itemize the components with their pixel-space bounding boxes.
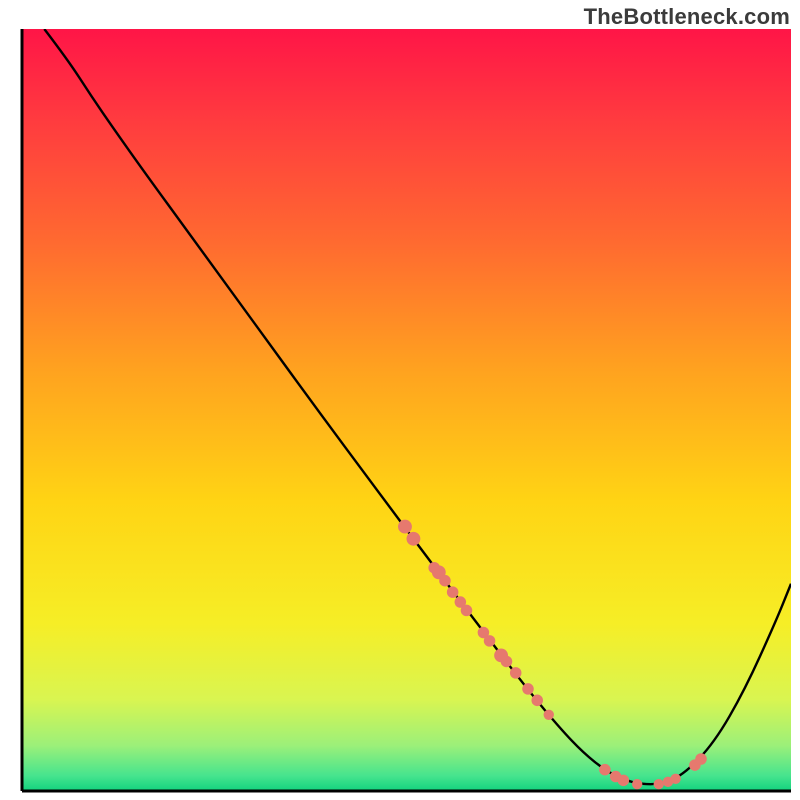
data-dot <box>439 575 451 587</box>
data-dot <box>531 695 543 707</box>
data-dot <box>461 605 473 617</box>
data-dot <box>407 532 421 546</box>
bottleneck-chart <box>0 0 800 800</box>
data-dot <box>695 753 707 765</box>
data-dot <box>447 586 459 598</box>
data-dot <box>599 764 611 776</box>
data-dot <box>618 775 630 787</box>
data-dot <box>654 779 664 789</box>
watermark-text: TheBottleneck.com <box>584 4 790 30</box>
data-dot <box>632 779 642 789</box>
chart-stage: TheBottleneck.com <box>0 0 800 800</box>
data-dot <box>484 635 496 647</box>
data-dot <box>544 710 554 720</box>
data-dot <box>398 520 412 534</box>
data-dot <box>510 667 522 679</box>
data-dot <box>670 774 680 784</box>
data-dot <box>501 656 513 668</box>
data-dot <box>522 683 534 695</box>
gradient-background <box>22 29 791 791</box>
